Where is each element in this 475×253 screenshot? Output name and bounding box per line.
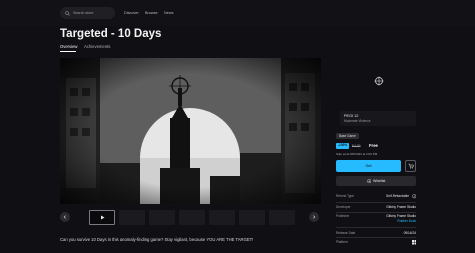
media-thumbnail[interactable] — [149, 210, 175, 225]
search-box[interactable] — [60, 7, 115, 19]
developer-row: Developer Glitchy Frame Studio — [336, 205, 416, 213]
age-rating-box: PEGI 12 Moderate Violence — [340, 111, 416, 126]
refund-type-label: Refund Type — [336, 194, 355, 198]
publisher-value[interactable]: Glitchy Frame Studio — [386, 214, 416, 218]
sale-end-text: Sale ends 8/5/2024 at 3:00 PM — [336, 152, 378, 156]
nav-news[interactable]: News — [164, 11, 174, 15]
media-thumbnail[interactable] — [209, 210, 235, 225]
refund-type-value: Self-Refundable — [386, 194, 409, 198]
media-thumbnail-video[interactable] — [89, 210, 115, 225]
prev-media-button[interactable] — [60, 212, 70, 222]
publisher-value-secondary[interactable]: Rubber Duck — [397, 219, 416, 223]
rating-descriptor: Moderate Violence — [344, 119, 371, 123]
original-price: €4.99 — [352, 144, 361, 148]
nav-discover[interactable]: Discover — [124, 11, 139, 15]
media-thumbnail[interactable] — [119, 210, 145, 225]
rating-code: PEGI 12 — [344, 114, 359, 118]
discount-badge: -100% — [336, 143, 350, 149]
plus-circle-icon — [366, 178, 371, 184]
platform-label: Platform — [336, 240, 348, 244]
current-price: Free — [369, 143, 378, 148]
game-description: Can you survive 10 Days in this anomaly-… — [60, 237, 254, 242]
chevron-left-icon — [63, 215, 66, 219]
info-icon[interactable] — [411, 194, 417, 199]
nav-browse[interactable]: Browse — [145, 11, 158, 15]
refund-type-row: Refund Type Self-Refundable — [336, 194, 416, 203]
platform-row: Platform — [336, 240, 416, 247]
base-game-badge: Base Game — [336, 133, 359, 139]
tab-overview[interactable]: Overview — [60, 44, 77, 49]
media-thumbnail[interactable] — [269, 210, 295, 225]
media-thumbnail[interactable] — [239, 210, 265, 225]
media-viewer[interactable] — [60, 58, 321, 204]
wishlist-label: Wishlist — [373, 179, 386, 183]
windows-icon — [411, 240, 416, 245]
media-thumbnail[interactable] — [179, 210, 205, 225]
cart-icon — [408, 163, 414, 169]
developer-value[interactable]: Glitchy Frame Studio — [386, 205, 416, 209]
release-date-label: Release Date — [336, 231, 356, 235]
next-media-button[interactable] — [309, 212, 319, 222]
game-logo-icon — [374, 76, 383, 86]
search-icon — [65, 10, 70, 16]
release-date-value: 09/14/24 — [403, 231, 416, 235]
top-bar: Discover Browse News — [0, 0, 475, 26]
publisher-row: Publisher Glitchy Frame Studio Rubber Du… — [336, 214, 416, 228]
active-tab-indicator — [60, 50, 76, 52]
search-input[interactable] — [73, 11, 115, 15]
wishlist-button[interactable]: Wishlist — [336, 176, 416, 186]
chevron-right-icon — [313, 215, 316, 219]
tab-achievements[interactable]: Achievements — [84, 44, 110, 49]
get-button[interactable]: Get — [336, 160, 401, 172]
add-to-cart-button[interactable] — [405, 160, 416, 172]
game-screenshot — [60, 58, 321, 204]
game-logo — [341, 58, 416, 104]
developer-label: Developer — [336, 205, 351, 209]
play-icon — [100, 215, 104, 220]
release-date-row: Release Date 09/14/24 — [336, 231, 416, 238]
publisher-label: Publisher — [336, 214, 350, 218]
page-title: Targeted - 10 Days — [60, 28, 162, 40]
